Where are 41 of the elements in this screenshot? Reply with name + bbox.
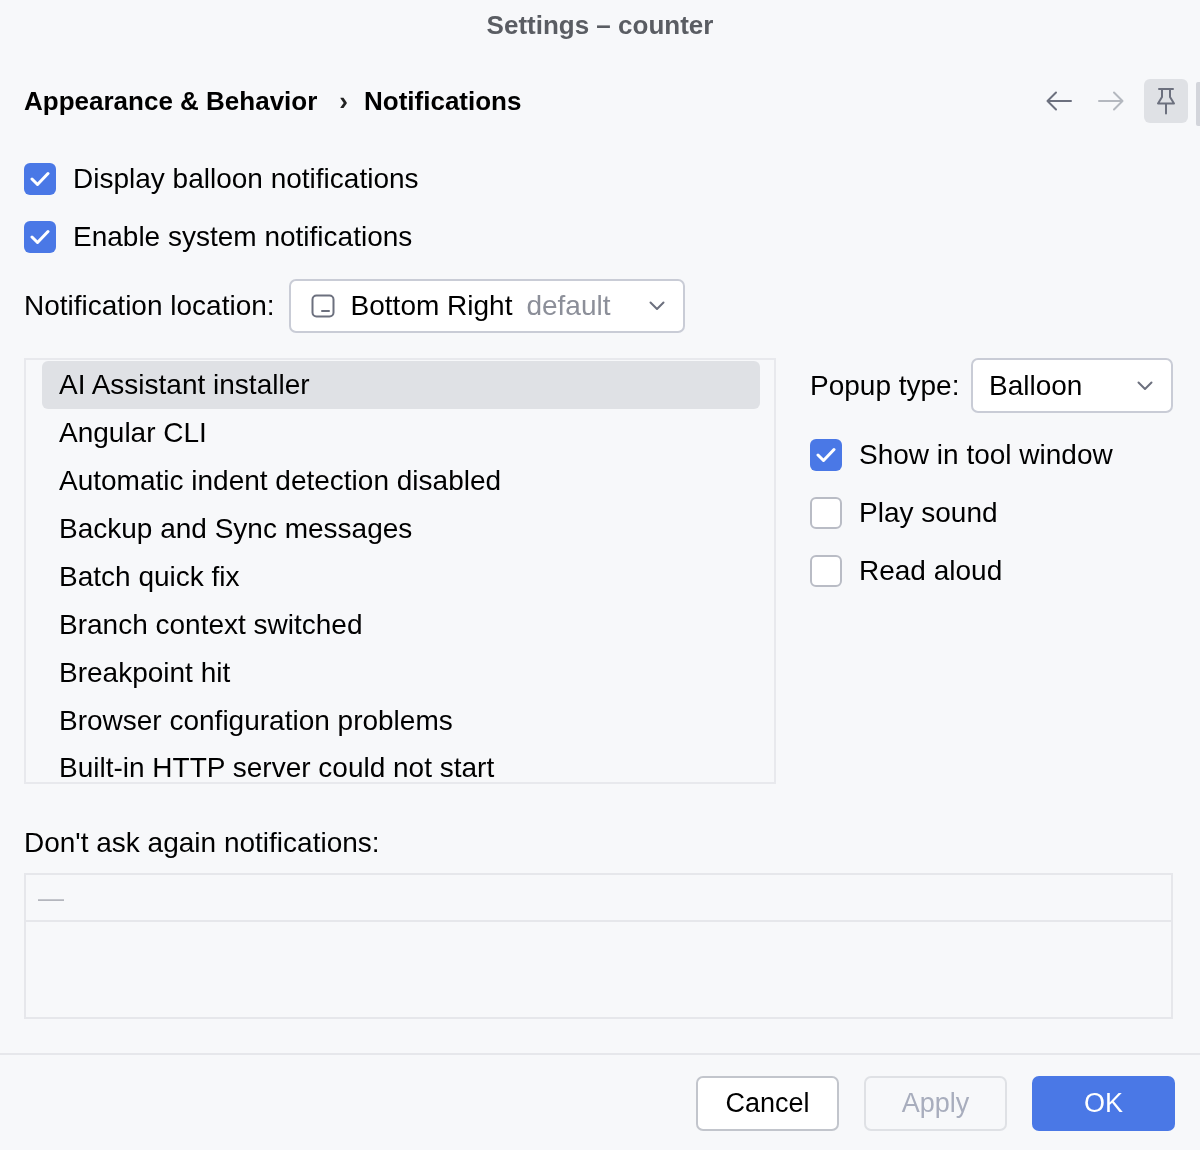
- breadcrumb-item: Notifications: [364, 86, 522, 116]
- list-item[interactable]: Angular CLI: [42, 409, 760, 457]
- checkbox-label[interactable]: Display balloon notifications: [73, 163, 419, 195]
- window-corner-icon: [310, 294, 335, 318]
- list-item[interactable]: Built-in HTTP server could not start: [42, 745, 760, 782]
- list-item[interactable]: Branch context switched: [42, 601, 760, 649]
- list-item[interactable]: Browser configuration problems: [42, 697, 760, 745]
- checkbox[interactable]: [810, 555, 842, 587]
- checkbox[interactable]: [810, 439, 842, 471]
- checkmark-icon: [816, 447, 836, 463]
- checkmark-icon: [30, 229, 50, 245]
- checkbox-label[interactable]: Read aloud: [859, 555, 1003, 587]
- breadcrumb-separator: ›: [339, 86, 348, 116]
- checkbox[interactable]: [24, 221, 56, 253]
- checkbox[interactable]: [810, 497, 842, 529]
- popup-type-dropdown[interactable]: Balloon: [971, 358, 1173, 413]
- pin-icon: [1155, 87, 1177, 115]
- checkbox-label[interactable]: Play sound: [859, 497, 998, 529]
- back-arrow-icon[interactable]: [1046, 91, 1072, 111]
- breadcrumb-item[interactable]: Appearance & Behavior: [24, 86, 318, 116]
- checkbox-label[interactable]: Enable system notifications: [73, 221, 413, 253]
- window-title: Settings – counter: [486, 10, 714, 40]
- checkbox[interactable]: [24, 163, 56, 195]
- scrollbar-thumb[interactable]: [1196, 82, 1200, 126]
- list-item[interactable]: Automatic indent detection disabled: [42, 457, 760, 505]
- ok-button[interactable]: OK: [1032, 1076, 1175, 1131]
- list-item[interactable]: Backup and Sync messages: [42, 505, 760, 553]
- list-item[interactable]: AI Assistant installer: [42, 361, 760, 409]
- chevron-down-icon: [648, 301, 665, 311]
- checkmark-icon: [30, 171, 50, 187]
- chevron-down-icon: [1137, 380, 1153, 391]
- field-label: Notification location:: [24, 290, 275, 322]
- list-item[interactable]: Batch quick fix: [42, 553, 760, 601]
- location-dropdown[interactable]: Bottom Right default: [288, 279, 685, 333]
- column-header: —: [38, 882, 64, 913]
- list-item[interactable]: Breakpoint hit: [42, 649, 760, 697]
- field-label: Popup type:: [810, 369, 960, 402]
- cancel-button[interactable]: Cancel: [696, 1076, 839, 1131]
- section-label: Don't ask again notifications:: [24, 828, 380, 858]
- pin-button[interactable]: [1144, 79, 1188, 123]
- checkbox-label[interactable]: Show in tool window: [859, 439, 1113, 471]
